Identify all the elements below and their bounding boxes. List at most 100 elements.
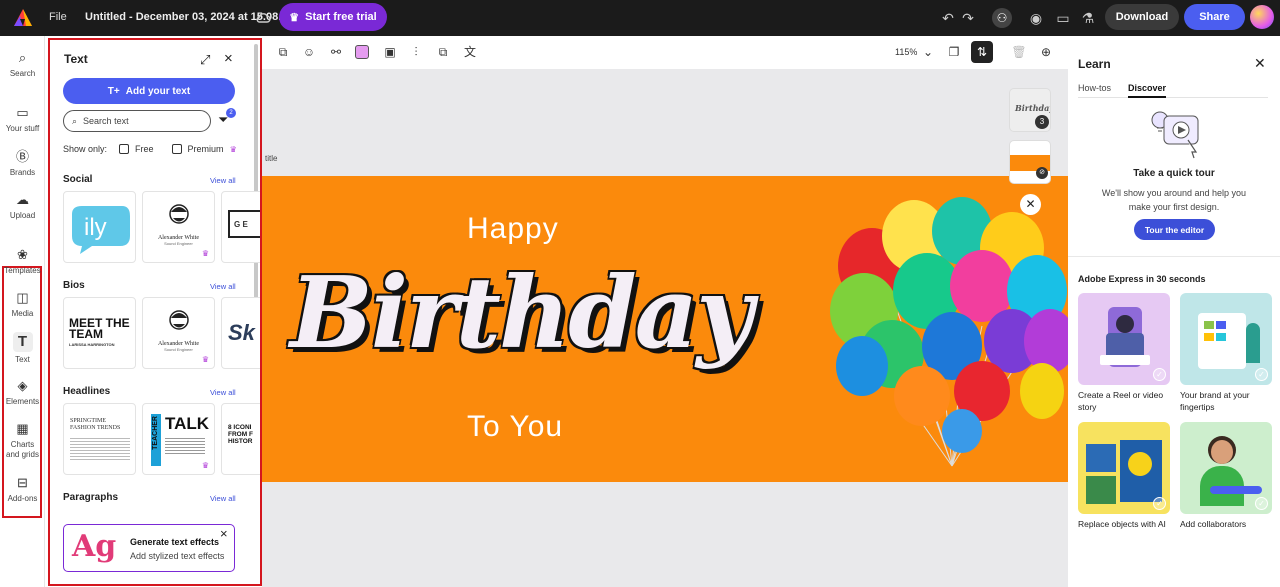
text-template-thumb[interactable]: Alexander White Sound Engineer ♛ (142, 191, 215, 263)
close-icon[interactable]: ✕ (1020, 194, 1041, 215)
to-you-text[interactable]: To You (467, 410, 563, 444)
rail-item-upload[interactable]: ☁ Upload (0, 192, 45, 220)
arrange-icon[interactable]: ⇅ (971, 41, 993, 63)
panel-scrollbar[interactable] (254, 44, 258, 314)
download-button[interactable]: Download (1105, 4, 1179, 30)
close-icon[interactable]: ✕ (1254, 55, 1266, 72)
text-template-thumb[interactable]: MEET THE TEAM LARISSA HARRINGTON (63, 297, 136, 369)
flask-icon[interactable]: ⚗ (1078, 8, 1098, 28)
close-icon[interactable]: × (224, 50, 233, 67)
add-page-icon[interactable]: ⊕ (1038, 44, 1054, 60)
palette-icon[interactable]: ☺ (301, 44, 317, 60)
rail-label: Text (15, 355, 30, 364)
birthday-banner[interactable]: Happy Birthday To You (262, 176, 1068, 482)
rail-item-templates[interactable]: ❀ Templates (0, 247, 45, 275)
rail-item-text[interactable]: T Text (0, 332, 45, 364)
view-all-social[interactable]: View all (210, 176, 236, 185)
copy-page-icon[interactable]: ❐ (946, 44, 962, 60)
checkmark-icon: ✓ (1153, 368, 1166, 381)
share-button[interactable]: Share (1184, 4, 1245, 30)
learn-card-replace[interactable]: ✓ (1078, 422, 1170, 514)
premium-crown-icon: ♛ (201, 249, 209, 258)
elements-icon: ◈ (17, 378, 28, 393)
gen-effects-title: Generate text effects (130, 537, 220, 547)
page-thumbnail-2[interactable]: ⊘ (1009, 140, 1051, 184)
learn-card-reel[interactable]: ✓ (1078, 293, 1170, 385)
upload-icon: ☁ (16, 192, 29, 207)
view-all-headlines[interactable]: View all (210, 388, 236, 397)
undo-icon[interactable]: ↶ (938, 8, 958, 28)
text-template-thumb[interactable]: TEACHER TALK ♛ (142, 403, 215, 475)
user-avatar[interactable] (1250, 5, 1274, 29)
generate-text-effects-card[interactable]: Ag Generate text effects Add stylized te… (63, 524, 235, 572)
birthday-text[interactable]: Birthday (290, 256, 753, 371)
thumb-text: ily (84, 214, 107, 241)
search-text-input[interactable]: ⌕ Search text (63, 110, 211, 132)
happy-text[interactable]: Happy (467, 212, 559, 246)
free-label: Free (135, 144, 154, 154)
section-title: Adobe Express in 30 seconds (1078, 274, 1206, 284)
learn-card-collaborators[interactable]: ✓ (1180, 422, 1272, 514)
cloud-sync-icon[interactable] (254, 9, 272, 27)
view-all-bios[interactable]: View all (210, 282, 236, 291)
section-social: Social (63, 174, 93, 185)
media-icon: ◫ (16, 290, 29, 305)
resize-icon[interactable]: ⧉ (275, 44, 291, 60)
align-icon[interactable]: ⫶ (408, 44, 424, 60)
location-pin-icon[interactable]: ◉ (1026, 8, 1046, 28)
text-icon: T (12, 332, 33, 352)
invite-user-icon[interactable]: ⚇ (992, 8, 1012, 28)
zoom-level[interactable]: 115% (895, 47, 917, 57)
text-template-thumb[interactable]: SPRINGTIME FASHION TRENDS (63, 403, 136, 475)
tab-how-tos[interactable]: How-tos (1078, 83, 1111, 93)
gen-effects-desc: Add stylized text effects (130, 551, 225, 561)
border-icon[interactable]: ▣ (382, 44, 398, 60)
thumb-mini-text: Birthday (1015, 103, 1051, 113)
page-thumbnail-1[interactable]: Birthday 3 (1009, 88, 1051, 132)
rail-item-charts[interactable]: ▦ Charts and grids (0, 421, 45, 460)
start-free-trial-button[interactable]: ♛ Start free trial (279, 3, 387, 31)
page-count-badge: 3 (1035, 115, 1049, 129)
link-icon[interactable]: ⚯ (328, 44, 344, 60)
rail-item-addons[interactable]: ⊟ Add-ons (0, 475, 45, 503)
text-template-thumb[interactable]: G E (221, 191, 260, 263)
free-checkbox[interactable] (119, 144, 130, 154)
trash-icon[interactable]: 🗑 (1011, 44, 1027, 60)
rail-label: Your stuff (5, 124, 40, 133)
thumb-text: MEET THE TEAM (69, 316, 130, 341)
panel-title: Text (64, 52, 88, 66)
expand-icon[interactable]: ⤢ (200, 52, 210, 68)
redo-icon[interactable]: ↷ (958, 8, 978, 28)
fill-color-icon[interactable] (355, 45, 369, 59)
card-caption: Replace objects with AI (1078, 519, 1166, 529)
tour-the-editor-button[interactable]: Tour the editor (1134, 219, 1215, 240)
text-template-thumb[interactable]: 8 ICONI FROM F HISTOR (221, 403, 260, 475)
section-bios: Bios (63, 280, 85, 291)
view-all-paragraphs[interactable]: View all (210, 494, 236, 503)
premium-checkbox[interactable] (171, 144, 182, 154)
tab-discover[interactable]: Discover (1128, 83, 1167, 98)
add-your-text-button[interactable]: T+ Add your text (63, 78, 235, 104)
search-icon: ⌕ (18, 50, 27, 65)
rail-item-media[interactable]: ◫ Media (0, 290, 45, 318)
close-icon[interactable]: × (220, 526, 228, 541)
text-template-thumb[interactable]: Sk (221, 297, 260, 369)
chevron-down-icon[interactable]: ⌄ (920, 44, 936, 60)
text-template-thumb[interactable]: Alexander White Sound Engineer ♛ (142, 297, 215, 369)
text-template-thumb[interactable]: ily (63, 191, 136, 263)
no-entry-icon: ⊘ (1036, 167, 1048, 179)
file-menu[interactable]: File (49, 11, 67, 23)
rail-item-elements[interactable]: ◈ Elements (0, 378, 45, 406)
layers-icon[interactable]: ⧉ (435, 44, 451, 60)
rail-item-brands[interactable]: Ⓑ Brands (0, 149, 45, 177)
rail-item-search[interactable]: ⌕ Search (0, 50, 45, 78)
show-only-filters: Show only: Free Premium ♛ (63, 144, 237, 154)
learn-card-brand[interactable]: ✓ (1180, 293, 1272, 385)
translate-icon[interactable]: 文 (462, 44, 478, 60)
thumb-text: Sound Engineer (164, 347, 193, 352)
comment-icon[interactable]: ▭ (1053, 8, 1073, 28)
rail-item-your-stuff[interactable]: ▭ Your stuff (0, 105, 45, 133)
adobe-express-logo-icon[interactable] (12, 7, 34, 29)
balloons-image[interactable] (822, 176, 1068, 482)
charts-icon: ▦ (16, 421, 29, 436)
